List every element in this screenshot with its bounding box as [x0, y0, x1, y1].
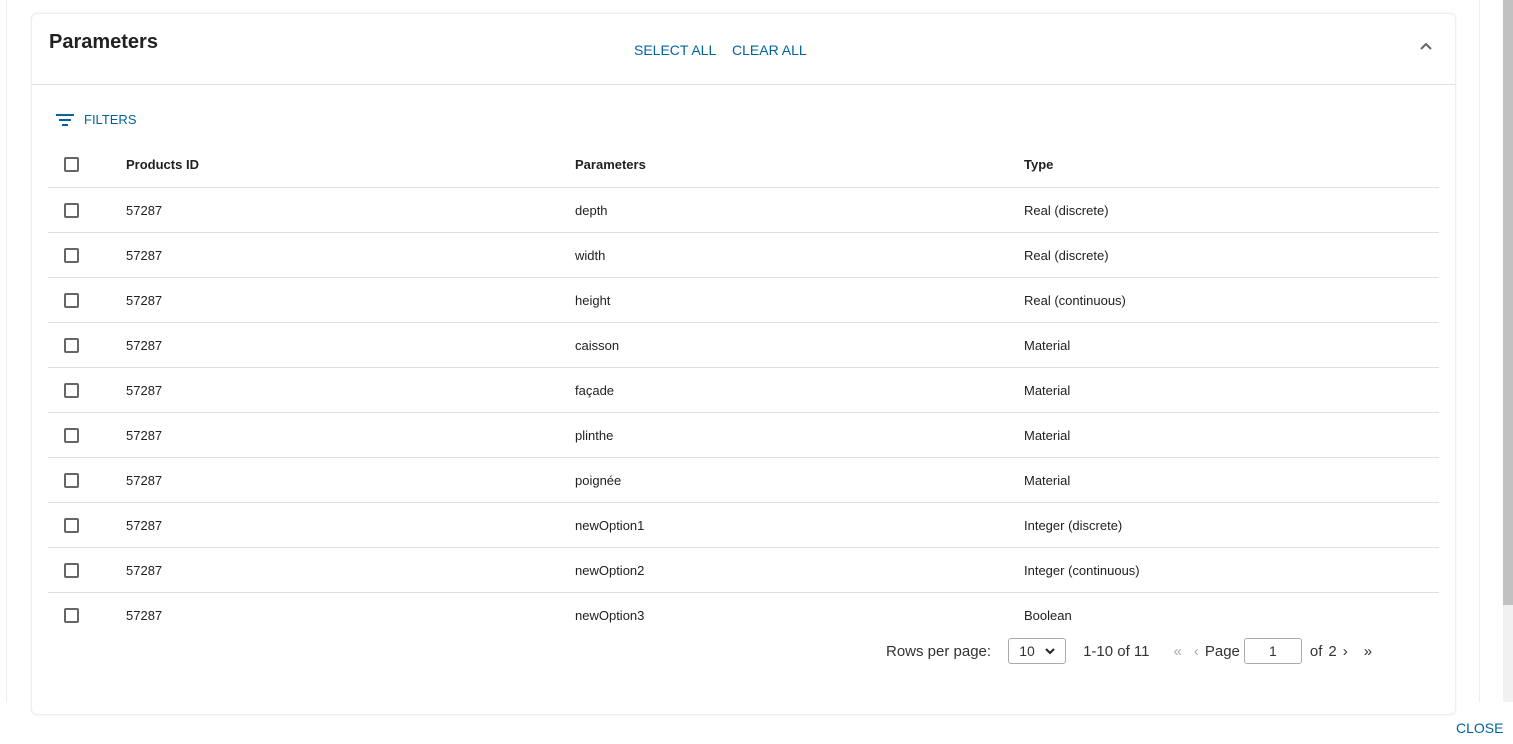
next-page-icon[interactable]: › — [1337, 643, 1354, 660]
close-button[interactable]: CLOSE — [1456, 720, 1503, 736]
row-checkbox[interactable] — [64, 247, 79, 263]
filters-label: FILTERS — [84, 112, 137, 127]
product-id-cell: 57287 — [125, 322, 574, 368]
row-checkbox[interactable] — [64, 562, 79, 578]
table-row[interactable]: 57287 height Real (continuous) — [48, 277, 1439, 323]
type-cell: Real (discrete) — [1023, 187, 1439, 233]
product-id-cell: 57287 — [125, 412, 574, 458]
product-id-cell: 57287 — [125, 547, 574, 593]
table-row[interactable]: 57287 caisson Material — [48, 322, 1439, 368]
row-checkbox[interactable] — [64, 382, 79, 398]
parameter-cell: newOption3 — [575, 607, 645, 623]
column-header-type[interactable]: Type — [1023, 142, 1439, 188]
row-checkbox[interactable] — [64, 427, 79, 443]
product-id-cell: 57287 — [125, 277, 574, 323]
pagination: Rows per page: 10 1-10 of 11 « ‹ Page 1 … — [886, 638, 1378, 664]
product-id-cell: 57287 — [125, 367, 574, 413]
table-row[interactable]: 57287 façade Material — [48, 367, 1439, 413]
clear-all-button[interactable]: CLEAR ALL — [732, 42, 807, 58]
type-cell: Integer (continuous) — [1023, 547, 1439, 593]
product-id-cell: 57287 — [125, 457, 574, 503]
column-header-parameters[interactable]: Parameters — [574, 142, 1023, 188]
column-header-products-id[interactable]: Products ID — [125, 142, 574, 188]
parameter-cell: plinthe — [574, 412, 1023, 458]
product-id-cell: 57287 — [125, 232, 574, 278]
parameter-cell: width — [574, 232, 1023, 278]
row-checkbox[interactable] — [64, 202, 79, 218]
rows-per-page-label: Rows per page: — [886, 642, 992, 660]
parameters-table: Products ID Parameters Type 57287 depth Re… — [48, 142, 1439, 637]
parameter-cell: newOption2 — [574, 547, 1023, 593]
parameter-cell: depth — [574, 187, 1023, 233]
chevron-down-icon — [1045, 648, 1055, 655]
last-page-icon[interactable]: » — [1358, 643, 1378, 660]
filter-icon — [56, 113, 74, 126]
parameter-cell: poignée — [574, 457, 1023, 503]
parameter-cell: caisson — [574, 322, 1023, 368]
of-label: of — [1309, 642, 1323, 660]
rows-per-page-value: 10 — [1019, 643, 1035, 659]
select-all-checkbox[interactable] — [64, 157, 79, 172]
dialog: Parameters SELECT ALL CLEAR ALL FILTERS … — [6, 0, 1480, 715]
type-cell: Integer (discrete) — [1023, 502, 1439, 548]
row-checkbox[interactable] — [64, 472, 79, 488]
product-id-cell: 57287 — [125, 187, 574, 233]
parameter-cell: façade — [574, 367, 1023, 413]
parameters-card: Parameters SELECT ALL CLEAR ALL FILTERS … — [31, 13, 1456, 715]
product-id-cell: 57287 — [126, 607, 163, 623]
table-row[interactable]: 57287 plinthe Material — [48, 412, 1439, 458]
row-checkbox[interactable] — [64, 517, 79, 533]
product-id-cell: 57287 — [125, 502, 574, 548]
first-page-icon[interactable]: « — [1168, 643, 1188, 660]
row-checkbox[interactable] — [64, 292, 79, 308]
chevron-up-icon[interactable] — [1418, 38, 1434, 54]
page-label: Page — [1204, 642, 1240, 660]
table-row[interactable]: 57287 newOption3 Boolean — [48, 593, 1439, 638]
type-cell: Real (discrete) — [1023, 232, 1439, 278]
page-range: 1-10 of 11 — [1083, 642, 1150, 660]
card-header: Parameters SELECT ALL CLEAR ALL — [32, 14, 1455, 85]
row-checkbox[interactable] — [64, 607, 79, 623]
select-all-button[interactable]: SELECT ALL — [634, 42, 716, 58]
table-header-row: Products ID Parameters Type — [48, 142, 1439, 188]
parameter-cell: height — [574, 277, 1023, 323]
type-cell: Real (continuous) — [1023, 277, 1439, 323]
rows-per-page-select[interactable]: 10 — [1008, 638, 1067, 664]
scrollbar-thumb[interactable] — [1503, 0, 1513, 605]
type-cell: Boolean — [1024, 607, 1072, 623]
table-row[interactable]: 57287 poignée Material — [48, 457, 1439, 503]
page-title: Parameters — [49, 31, 158, 53]
filters-button[interactable]: FILTERS — [56, 112, 137, 127]
table-row[interactable]: 57287 depth Real (discrete) — [48, 187, 1439, 233]
type-cell: Material — [1023, 457, 1439, 503]
total-pages: 2 — [1328, 642, 1337, 660]
table-row[interactable]: 57287 newOption1 Integer (discrete) — [48, 502, 1439, 548]
scrollbar[interactable] — [1503, 0, 1513, 702]
table-row[interactable]: 57287 width Real (discrete) — [48, 232, 1439, 278]
type-cell: Material — [1023, 322, 1439, 368]
prev-page-icon[interactable]: ‹ — [1188, 643, 1205, 660]
row-checkbox[interactable] — [64, 337, 79, 353]
type-cell: Material — [1023, 412, 1439, 458]
parameter-cell: newOption1 — [574, 502, 1023, 548]
type-cell: Material — [1023, 367, 1439, 413]
table-row[interactable]: 57287 newOption2 Integer (continuous) — [48, 547, 1439, 593]
page-input[interactable]: 1 — [1243, 638, 1302, 664]
